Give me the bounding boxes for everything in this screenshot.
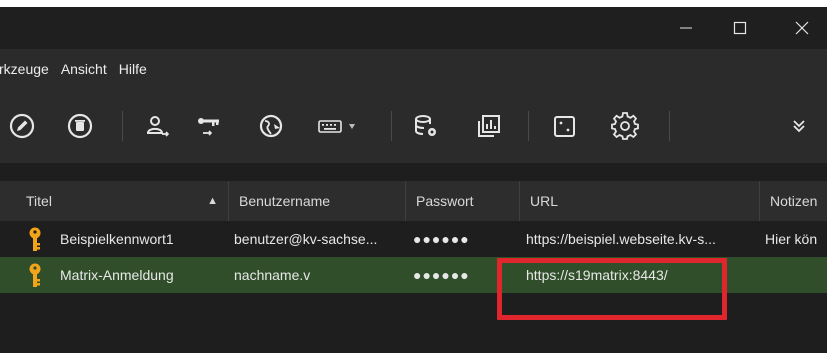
copy-password-button[interactable] (193, 110, 225, 142)
toolbar (0, 89, 827, 163)
key-icon (29, 227, 41, 251)
toolbar-separator (122, 111, 123, 141)
app-window: rkzeuge Ansicht Hilfe Titel ▲ Benutzerna… (0, 0, 827, 353)
column-header-username[interactable]: Benutzername (229, 181, 406, 221)
report-icon (478, 115, 500, 137)
cell-password: ●●●●●● (413, 231, 470, 247)
menu-view[interactable]: Ansicht (55, 49, 113, 89)
menu-tools[interactable]: rkzeuge (0, 49, 55, 89)
toolbar-overflow-button[interactable] (783, 110, 815, 142)
minimize-button[interactable] (663, 7, 709, 49)
toolbar-separator (391, 111, 392, 141)
close-icon (795, 21, 809, 35)
database-settings-icon (415, 115, 436, 136)
open-url-button[interactable] (256, 110, 288, 142)
database-settings-button[interactable] (410, 110, 442, 142)
key-transfer-icon (198, 118, 219, 136)
toolbar-separator (669, 111, 670, 141)
menu-bar: rkzeuge Ansicht Hilfe (0, 49, 827, 89)
column-header-password[interactable]: Passwort (406, 181, 520, 221)
copy-username-button[interactable] (141, 110, 173, 142)
table-row[interactable]: Beispielkennwort1 benutzer@kv-sachse... … (0, 221, 827, 257)
minimize-icon (680, 27, 692, 29)
url-highlight-annotation (497, 258, 727, 320)
more-icon (793, 120, 805, 133)
close-button[interactable] (779, 7, 825, 49)
maximize-button[interactable] (717, 7, 763, 49)
menu-help[interactable]: Hilfe (113, 49, 153, 89)
screen-edge (0, 0, 827, 7)
cell-url: https://beispiel.webseite.kv-s... (526, 231, 716, 247)
globe-icon (259, 114, 283, 138)
key-icon (29, 263, 41, 287)
cell-title: Beispielkennwort1 (60, 231, 174, 247)
column-header-url[interactable]: URL (520, 181, 760, 221)
delete-entry-button[interactable] (64, 110, 96, 142)
settings-icon (611, 112, 639, 140)
sort-ascending-icon: ▲ (207, 195, 218, 207)
table-header: Titel ▲ Benutzername Passwort URL Notize… (0, 181, 827, 221)
column-header-notes[interactable]: Notizen (760, 181, 827, 221)
toolbar-separator (528, 111, 529, 141)
settings-button[interactable] (609, 110, 641, 142)
cell-notes (757, 257, 827, 293)
reports-button[interactable] (473, 110, 505, 142)
password-generator-button[interactable] (549, 110, 581, 142)
user-transfer-icon (146, 116, 170, 137)
cell-username: nachname.v (234, 267, 311, 283)
keyboard-icon (318, 120, 355, 133)
column-header-title[interactable]: Titel ▲ (0, 181, 229, 221)
chevron-down-icon (349, 124, 355, 129)
autotype-button[interactable] (316, 110, 360, 142)
edit-entry-button[interactable] (6, 110, 38, 142)
maximize-icon (733, 21, 747, 35)
cell-notes: Hier kön (765, 231, 818, 247)
cell-username: benutzer@kv-sachse... (234, 231, 378, 247)
title-bar (0, 7, 827, 49)
delete-entry-icon (67, 113, 93, 139)
cell-title: Matrix-Anmeldung (60, 267, 174, 283)
dice-icon (554, 116, 575, 137)
edit-entry-icon (9, 113, 35, 139)
